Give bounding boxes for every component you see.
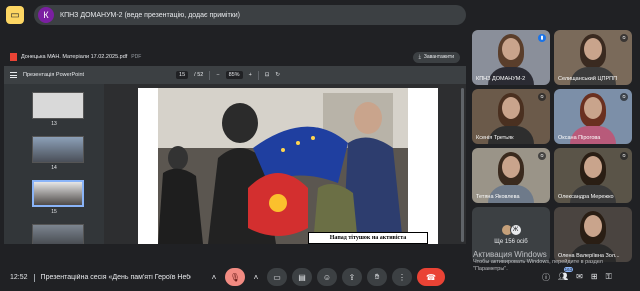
participant-name: Олександра Мережко [558,194,614,200]
participant-tile[interactable]: ▮ КПНЗ ДОМАНУМ-2 [472,30,550,85]
divider [257,70,259,80]
meeting-title: Презентаційна сесія «День пам'яті Героїв… [40,274,191,281]
participant-name: Селищанський ЦПРПП [558,76,618,82]
thumbnail-number: 15 [51,209,57,215]
present-screen-icon[interactable]: ▭ [6,6,24,24]
camera-button[interactable]: ▭ [267,268,287,286]
slide-page: Напад тітушок на активіста [138,88,438,244]
more-participants-label: Ще 156 осіб [494,239,528,245]
people-count: 163 [563,267,574,272]
thumbnail-number: 14 [51,165,57,171]
download-button[interactable]: ⤓ Завантажити [412,51,460,63]
participant-face [584,38,602,60]
protest-photo-illustration [158,88,408,244]
participant-face [502,97,520,119]
people-button[interactable]: 👥︎ 163 [558,267,574,283]
participant-name: КПНЗ ДОМАНУМ-2 [476,76,526,82]
page-input[interactable]: 15 [176,71,189,79]
zoom-out-icon[interactable]: − [216,72,219,78]
presenter-chip: К КПНЗ ДОМАНУМ-2 (веде презентацію, дода… [34,5,466,25]
participant-name: Тетяна Яковлева [476,194,520,200]
people-icon: 👥︎ [558,272,569,281]
presenter-banner: ▭ К КПНЗ ДОМАНУМ-2 (веде презентацію, до… [4,4,466,26]
mic-off-icon: ⦸ [538,93,546,101]
zoom-input[interactable]: 85% [225,71,243,79]
mic-options-icon[interactable]: ˄ [208,268,220,286]
participant-tile[interactable]: ⦸ Тетяна Яковлева [472,148,550,203]
thumbnail-16[interactable] [32,224,84,244]
pdf-icon [10,53,17,61]
participant-face [584,215,602,237]
speaking-icon: ▮ [538,34,546,42]
participant-tile[interactable]: ⦸ Оксана Пірогова [554,89,632,144]
thumbnail-panel: 13 14 15 [4,84,104,244]
presenter-text: КПНЗ ДОМАНУМ-2 (веде презентацію, додає … [60,11,240,19]
more-options-button[interactable]: ⋮ [392,268,412,286]
side-panel-controls: ⓘ 👥︎ 163 ✉︎ ⊞ ⚿ [542,267,612,283]
activities-icon[interactable]: ⊞ [591,272,598,283]
participant-tile[interactable]: ⦸ Селищанський ЦПРПП [554,30,632,85]
avatar: К [38,7,54,23]
participant-face [584,97,602,119]
camera-options-icon[interactable]: ˄ [250,268,262,286]
download-label: Завантажити [423,54,454,60]
info-icon[interactable]: ⓘ [542,272,550,283]
divider [209,70,211,80]
slide-caption: Напад тітушок на активіста [308,232,428,244]
thumbnail-15[interactable] [32,180,84,207]
thumbnail-number: 13 [51,121,57,127]
mic-off-icon: ⦸ [620,152,628,160]
viewer-toolbar: Презентація PowerPoint 15 / 52 − 85% + ⊡… [4,66,466,84]
document-bar: Донецька МАН. Матеріали 17.02.2025.pdf P… [4,48,466,66]
chat-icon[interactable]: ✉︎ [576,272,583,283]
control-bar: 12:52 Презентаційна сесія «День пам'яті … [0,264,640,291]
mic-off-icon: ⦸ [620,93,628,101]
document-type: PDF [131,54,142,60]
rotate-icon[interactable]: ↻ [275,72,280,78]
participant-avatars: Ж [500,224,522,236]
participant-face [502,38,520,60]
document-title: Донецька МАН. Матеріали 17.02.2025.pdf [21,54,128,60]
slide-photo [158,88,408,244]
raise-hand-button[interactable]: ✋︎ [367,268,387,286]
mic-off-icon: ⦸ [620,34,628,42]
shared-screen: Донецька МАН. Матеріали 17.02.2025.pdf P… [4,48,466,244]
meet-window: ▭ К КПНЗ ДОМАНУМ-2 (веде презентацію, до… [0,0,640,291]
page-total: / 52 [194,72,204,78]
download-icon: ⤓ [418,54,421,60]
mic-off-button[interactable]: 🎙︎ [225,268,245,286]
participant-face [502,156,520,178]
viewer-scrollbar[interactable] [461,88,464,242]
participant-name: Ксенія Третьяк [476,135,514,141]
avatar: Ж [509,224,522,236]
thumbnail-13[interactable] [32,92,84,119]
clock: 12:52 [10,274,28,281]
present-button[interactable]: ⇪ [342,268,362,286]
host-controls-icon[interactable]: ⚿ [606,272,612,283]
participant-tile[interactable]: ⦸ Олександра Мережко [554,148,632,203]
viewer-app-label: Презентація PowerPoint [23,72,85,78]
participant-tile[interactable]: ⦸ Ксенія Третьяк [472,89,550,144]
participant-name: Оксана Пірогова [558,135,601,141]
end-call-button[interactable]: ☎︎ [417,268,445,286]
captions-button[interactable]: ▤ [292,268,312,286]
zoom-in-icon[interactable]: + [249,72,252,78]
divider [33,273,35,282]
activation-title: Активация Windows [473,250,547,259]
menu-icon[interactable] [10,72,17,78]
mic-off-icon: ⦸ [538,152,546,160]
call-controls: ˄ 🎙︎ ˄ ▭ ▤ ☺ ⇪ ✋︎ ⋮ ☎︎ [208,268,445,286]
thumbnail-14[interactable] [32,136,84,163]
emoji-button[interactable]: ☺ [317,268,337,286]
fit-page-icon[interactable]: ⊡ [265,72,270,78]
participant-face [584,156,602,178]
